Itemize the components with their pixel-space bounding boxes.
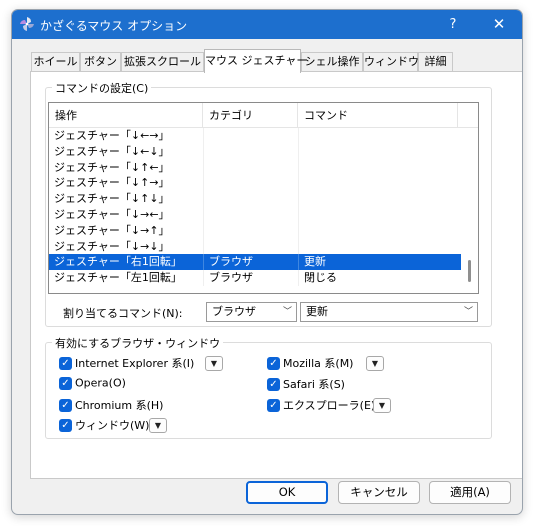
- command-list[interactable]: 操作 カテゴリ コマンド ジェスチャー「↓←→」 ジェスチャー「↓←↓」 ジェスチャ…: [48, 102, 479, 294]
- row-command: 閉じる: [298, 270, 462, 286]
- table-row[interactable]: ジェスチャー「↓↑→」: [49, 175, 462, 192]
- assign-command-label: 割り当てるコマンド(N):: [63, 307, 183, 320]
- column-category[interactable]: カテゴリ: [203, 103, 298, 128]
- row-operation: ジェスチャー「左1回転」: [54, 271, 182, 285]
- table-row[interactable]: ジェスチャー「↓→↓」: [49, 238, 462, 255]
- checkbox-chromium[interactable]: ✓ Chromium 系(H): [59, 397, 163, 413]
- scrollbar-thumb[interactable]: [468, 260, 471, 282]
- row-operation: ジェスチャー「↓→←」: [54, 207, 170, 221]
- row-operation: ジェスチャー「↓↑←」: [54, 160, 170, 174]
- check-icon[interactable]: ✓: [59, 418, 72, 432]
- tab-button[interactable]: ボタン: [80, 52, 121, 72]
- checkbox-window[interactable]: ✓ ウィンドウ(W): [59, 417, 149, 433]
- checkbox-opera[interactable]: ✓ Opera(O): [59, 376, 126, 392]
- row-category: [203, 143, 298, 160]
- close-button[interactable]: ✕: [476, 10, 522, 39]
- table-row[interactable]: ジェスチャー「↓↑↓」: [49, 191, 462, 207]
- row-category: [203, 222, 298, 239]
- ok-button[interactable]: OK: [246, 481, 328, 504]
- category-select[interactable]: ブラウザ ﹀: [206, 302, 297, 322]
- row-command: [298, 191, 462, 207]
- apply-button[interactable]: 適用(A): [429, 481, 511, 504]
- tab-advanced[interactable]: 詳細: [418, 52, 453, 72]
- window-title: かざぐるマウス オプション: [40, 19, 188, 33]
- row-category: ブラウザ: [203, 270, 298, 286]
- row-category: [203, 238, 298, 255]
- row-operation: ジェスチャー「↓→↑」: [54, 223, 170, 237]
- row-operation: ジェスチャー「右1回転」: [54, 255, 182, 269]
- row-command: [298, 143, 462, 160]
- title-bar: かざぐるマウス オプション ? ✕: [12, 10, 522, 39]
- check-icon[interactable]: ✓: [59, 356, 72, 370]
- tab-extended-scroll[interactable]: 拡張スクロール: [121, 52, 204, 72]
- row-command: [298, 128, 462, 144]
- table-row[interactable]: ジェスチャー「左1回転」 ブラウザ 閉じる: [49, 270, 462, 286]
- list-scrollbar[interactable]: [461, 128, 478, 293]
- table-row[interactable]: ジェスチャー「↓←↓」: [49, 143, 462, 160]
- pinwheel-icon: [20, 17, 34, 31]
- row-command: [298, 206, 462, 223]
- checkbox-mozilla[interactable]: ✓ Mozilla 系(M): [267, 355, 353, 371]
- tab-window[interactable]: ウィンドウ: [363, 52, 419, 72]
- row-operation: ジェスチャー「↓↑↓」: [54, 192, 170, 206]
- table-row[interactable]: ジェスチャー「↓→←」: [49, 206, 462, 223]
- list-rows: ジェスチャー「↓←→」 ジェスチャー「↓←↓」 ジェスチャー「↓↑←」 ジェスチャー「…: [49, 128, 462, 286]
- checkbox-safari[interactable]: ✓ Safari 系(S): [267, 376, 345, 392]
- command-select[interactable]: 更新 ﹀: [300, 302, 478, 322]
- help-button[interactable]: ?: [430, 10, 476, 39]
- check-icon[interactable]: ✓: [267, 377, 280, 391]
- row-category: ブラウザ: [203, 254, 298, 271]
- table-row[interactable]: ジェスチャー「↓←→」: [49, 128, 462, 144]
- row-category: [203, 175, 298, 192]
- tab-mouse-gesture[interactable]: マウス ジェスチャー: [204, 49, 307, 73]
- category-select-value: ブラウザ: [212, 305, 256, 318]
- checkbox-internet-explorer[interactable]: ✓ Internet Explorer 系(I): [59, 355, 194, 371]
- row-command: [298, 175, 462, 192]
- row-operation: ジェスチャー「↓↑→」: [54, 176, 170, 190]
- table-row[interactable]: ジェスチャー「↓→↑」: [49, 222, 462, 239]
- tab-shell[interactable]: シェル操作: [301, 52, 363, 72]
- checkbox-explorer[interactable]: ✓ エクスプローラ(E): [267, 397, 375, 413]
- row-command: [298, 238, 462, 255]
- ie-menu-button[interactable]: ▼: [205, 356, 223, 371]
- row-category: [203, 159, 298, 176]
- row-category: [203, 128, 298, 144]
- row-operation: ジェスチャー「↓←↓」: [54, 144, 170, 158]
- row-operation: ジェスチャー「↓→↓」: [54, 239, 170, 253]
- column-command[interactable]: コマンド: [298, 103, 458, 128]
- command-select-value: 更新: [306, 305, 328, 318]
- row-category: [203, 191, 298, 207]
- check-icon[interactable]: ✓: [267, 398, 280, 412]
- list-header: 操作 カテゴリ コマンド: [49, 103, 478, 128]
- row-operation: ジェスチャー「↓←→」: [54, 129, 170, 142]
- command-settings-title: コマンドの設定(C): [52, 80, 152, 96]
- row-command: [298, 159, 462, 176]
- chevron-down-icon: ﹀: [463, 307, 473, 317]
- cancel-button[interactable]: キャンセル: [338, 481, 420, 504]
- table-row[interactable]: ジェスチャー「右1回転」 ブラウザ 更新: [49, 254, 462, 271]
- check-icon[interactable]: ✓: [267, 356, 280, 370]
- check-icon[interactable]: ✓: [59, 398, 72, 412]
- explorer-menu-button[interactable]: ▼: [373, 398, 391, 413]
- row-category: [203, 206, 298, 223]
- chevron-down-icon: ﹀: [282, 307, 292, 317]
- row-command: 更新: [298, 254, 462, 271]
- window-menu-button[interactable]: ▼: [149, 418, 167, 433]
- mozilla-menu-button[interactable]: ▼: [366, 356, 384, 371]
- browser-window-title: 有効にするブラウザ・ウィンドウ: [52, 335, 224, 351]
- column-operation[interactable]: 操作: [49, 103, 203, 128]
- check-icon[interactable]: ✓: [59, 376, 72, 390]
- row-command: [298, 222, 462, 239]
- table-row[interactable]: ジェスチャー「↓↑←」: [49, 159, 462, 176]
- tab-wheel[interactable]: ホイール: [31, 52, 80, 72]
